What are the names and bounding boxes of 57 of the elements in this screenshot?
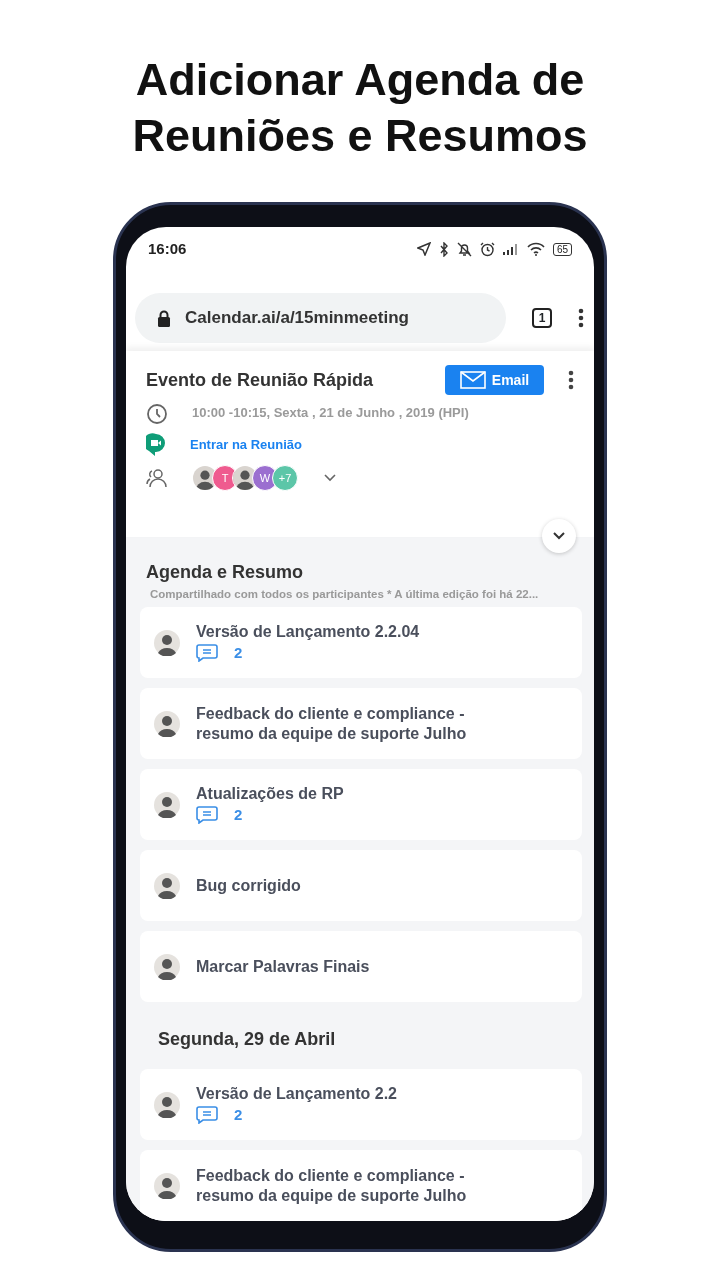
agenda-item[interactable]: Bug corrigido [140, 850, 582, 922]
agenda-item-title: Versão de Lançamento 2.2 [196, 1083, 397, 1104]
bluetooth-icon [438, 241, 449, 257]
event-time: 10:00 -10:15, Sexta , 21 de Junho , 2019 (HPI) [192, 404, 469, 422]
agenda-item-title: Bug corrigido [196, 875, 301, 896]
comment-icon [196, 1105, 218, 1124]
section-subtitle: Compartilhado com todos os participantes * A última edição foi há 22... [149, 587, 540, 602]
more-icon[interactable] [578, 308, 584, 328]
agenda-item[interactable]: Feedback do cliente e compliance - resumo da equipe de suporte Julho [140, 688, 582, 760]
comment-count: 2 [234, 642, 243, 663]
mail-icon [459, 371, 486, 389]
join-meeting-link[interactable]: Entrar na Reunião [190, 435, 302, 455]
avatar-icon [154, 872, 180, 899]
agenda-item-title: Feedback do cliente e compliance - resumo da equipe de suporte Julho [196, 1165, 467, 1206]
headline: Adicionar Agenda de [135, 53, 585, 107]
lock-icon [157, 309, 171, 327]
avatar-icon [154, 791, 180, 818]
clock-icon [146, 403, 168, 425]
comment-count: 2 [234, 1104, 243, 1125]
tab-count-button[interactable]: 1 [532, 308, 552, 328]
comment-icon [196, 805, 218, 824]
video-chat-icon [146, 433, 166, 457]
agenda-item[interactable]: Atualizações de RP 2 [140, 769, 582, 841]
more-icon[interactable] [568, 370, 574, 390]
chevron-down-icon [553, 532, 565, 540]
signal-icon [502, 243, 519, 255]
email-button[interactable]: Email [445, 365, 544, 395]
agenda-item-title: Atualizações de RP [196, 783, 344, 804]
agenda-item[interactable]: Versão de Lançamento 2.2 2 [140, 1069, 582, 1141]
comment-icon [196, 643, 218, 662]
section-title: Agenda e Resumo [145, 561, 305, 584]
avatar-icon [154, 1091, 180, 1118]
alarm-icon [479, 241, 495, 257]
collapse-button[interactable] [542, 519, 576, 553]
status-time: 16:06 [148, 238, 187, 259]
agenda-item-title: Feedback do cliente e compliance - resumo da equipe de suporte Julho [196, 703, 467, 744]
agenda-item[interactable]: Marcar Palavras Finais [140, 931, 582, 1003]
comment-count: 2 [234, 804, 243, 825]
date-heading: Segunda, 29 de Abril [157, 1028, 337, 1052]
event-title: Evento de Reunião Rápida [146, 368, 374, 392]
agenda-item-title: Marcar Palavras Finais [196, 956, 370, 977]
avatar-icon [154, 710, 180, 737]
avatar-icon [154, 953, 180, 980]
battery-level: 65 [552, 242, 572, 256]
address-bar[interactable]: Calendar.ai/a/15minmeeting [135, 293, 506, 343]
wifi-icon [526, 242, 545, 256]
bell-off-icon [456, 241, 472, 257]
agenda-item[interactable]: Versão de Lançamento 2.2.04 2 [140, 607, 582, 679]
avatar-icon [154, 629, 180, 656]
headline: Reuniões e Resumos [132, 109, 588, 163]
avatar-icon [154, 1172, 180, 1199]
agenda-item-title: Versão de Lançamento 2.2.04 [196, 621, 420, 642]
people-icon [146, 468, 168, 488]
agenda-item[interactable]: Feedback do cliente e compliance - resumo da equipe de suporte Julho [140, 1150, 582, 1221]
location-icon [416, 242, 431, 256]
url-text: Calendar.ai/a/15minmeeting [185, 307, 409, 330]
chevron-down-icon[interactable] [324, 474, 336, 482]
